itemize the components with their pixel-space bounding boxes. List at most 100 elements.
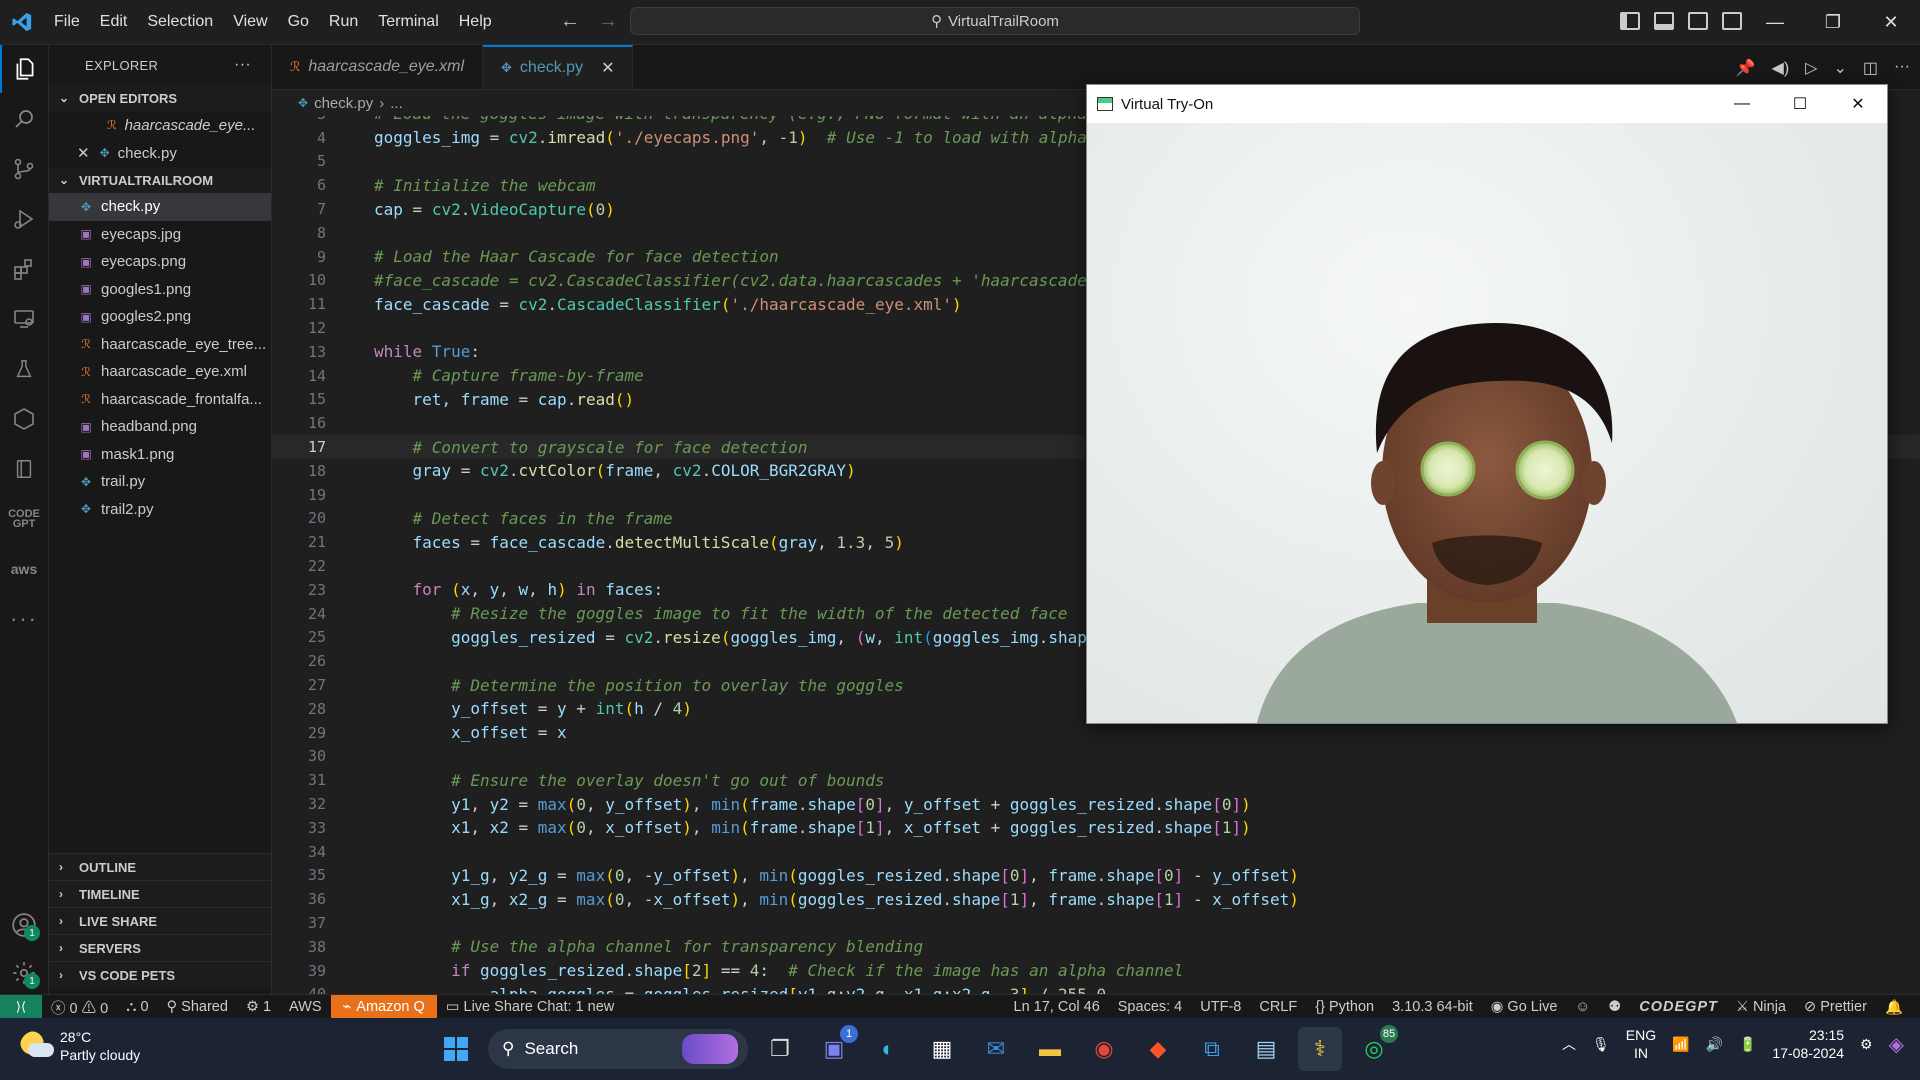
code-text[interactable]: # Ensure the overlay doesn't go out of b… [374, 771, 884, 790]
code-line[interactable]: 32 y1, y2 = max(0, y_offset), min(frame.… [272, 792, 1920, 816]
settings-gear-icon[interactable]: ⚙ [1860, 1036, 1873, 1053]
more-actions-icon[interactable]: ··· [1894, 58, 1910, 78]
run-debug-icon[interactable] [0, 195, 48, 243]
wifi-icon[interactable]: 📶 [1672, 1036, 1689, 1053]
volume-icon[interactable]: 🔊 [1706, 1036, 1723, 1053]
start-windows-icon[interactable] [434, 1027, 478, 1071]
close-icon[interactable]: ✕ [77, 144, 90, 162]
ninja-status[interactable]: ⚔ Ninja [1727, 999, 1795, 1015]
copilot-icon[interactable]: ⚉ [1599, 999, 1630, 1015]
mail-icon[interactable]: ✉ [974, 1027, 1018, 1071]
menu-help[interactable]: Help [449, 13, 502, 31]
command-center-search[interactable]: ⚲ VirtualTrailRoom [630, 7, 1360, 35]
indentation[interactable]: Spaces: 4 [1109, 999, 1192, 1015]
file-item[interactable]: ▣ eyecaps.png [49, 248, 271, 276]
open-editor-item[interactable]: ✕ ✥ check.py [49, 139, 271, 167]
cursor-position[interactable]: Ln 17, Col 46 [1005, 999, 1109, 1015]
run-python-icon[interactable]: ▷ [1805, 58, 1817, 78]
remote-indicator-icon[interactable]: ⟩⟨ [0, 995, 42, 1019]
toggle-sidebar-icon[interactable] [1620, 12, 1640, 30]
file-item[interactable]: ✥ trail2.py [49, 496, 271, 524]
remote-explorer-icon[interactable] [0, 295, 48, 343]
code-text[interactable]: y1_g, y2_g = max(0, -y_offset), min(gogg… [374, 866, 1299, 885]
back-arrow-icon[interactable]: ← [560, 10, 580, 33]
minimize-icon[interactable]: — [1746, 0, 1804, 44]
taskbar-search[interactable]: ⚲ Search [488, 1029, 748, 1069]
code-line[interactable]: 38 # Use the alpha channel for transpare… [272, 935, 1920, 959]
speaker-icon[interactable]: ◀) [1772, 58, 1790, 78]
extensions-icon[interactable] [0, 245, 48, 293]
explorer-more-icon[interactable]: ··· [234, 56, 251, 74]
tab-check-py[interactable]: ✥ check.py ✕ [483, 45, 634, 89]
code-text[interactable]: # Determine the position to overlay the … [374, 676, 904, 695]
file-item[interactable]: ℛhaarcascade_frontalfa... [49, 386, 271, 414]
file-item[interactable]: ℛhaarcascade_eye_tree... [49, 331, 271, 359]
end-of-line[interactable]: CRLF [1250, 999, 1306, 1015]
language-indicator[interactable]: ENG IN [1626, 1026, 1656, 1062]
code-text[interactable]: # Convert to grayscale for face detectio… [374, 438, 808, 457]
aws-status[interactable]: AWS [280, 999, 331, 1015]
encoding[interactable]: UTF-8 [1191, 999, 1250, 1015]
file-item[interactable]: ✥ trail.py [49, 468, 271, 496]
breadcrumb-file[interactable]: check.py [314, 95, 373, 112]
toggle-panel-icon[interactable] [1654, 12, 1674, 30]
extension-indicator[interactable]: ⚙ 1 [237, 999, 280, 1015]
menu-edit[interactable]: Edit [90, 13, 138, 31]
code-line[interactable]: 36 x1_g, x2_g = max(0, -x_offset), min(g… [272, 887, 1920, 911]
menu-selection[interactable]: Selection [137, 13, 223, 31]
code-line[interactable]: 30 [272, 745, 1920, 769]
more-icon[interactable]: ··· [0, 595, 48, 643]
code-line[interactable]: 35 y1_g, y2_g = max(0, -y_offset), min(g… [272, 864, 1920, 888]
minimize-icon[interactable]: — [1713, 85, 1771, 123]
code-text[interactable]: faces = face_cascade.detectMultiScale(gr… [374, 533, 904, 552]
forward-arrow-icon[interactable]: → [598, 10, 618, 33]
servers-section[interactable]: › SERVERS [49, 934, 271, 961]
edge-icon[interactable]: ◐ [866, 1027, 910, 1071]
file-explorer-icon[interactable]: ▬ [1028, 1027, 1072, 1071]
ports-indicator[interactable]: ⛬ 0 [117, 999, 157, 1015]
code-text[interactable]: # Resize the goggles image to fit the wi… [374, 604, 1068, 623]
terminal-icon[interactable]: ▤ [1244, 1027, 1288, 1071]
pin-icon[interactable]: 📌 [1736, 58, 1756, 78]
code-text[interactable]: # Use the alpha channel for transparency… [374, 937, 923, 956]
hexagon-extension-icon[interactable] [0, 395, 48, 443]
clock[interactable]: 23:15 17-08-2024 [1772, 1026, 1844, 1062]
whatsapp-icon[interactable]: ◎ 85 [1352, 1025, 1398, 1071]
code-text[interactable]: # Load the Haar Cascade for face detecti… [374, 247, 779, 266]
code-text[interactable]: y1, y2 = max(0, y_offset), min(frame.sha… [374, 795, 1251, 814]
code-line[interactable]: 33 x1, x2 = max(0, x_offset), min(frame.… [272, 816, 1920, 840]
code-text[interactable]: x1_g, x2_g = max(0, -x_offset), min(gogg… [374, 890, 1299, 909]
close-window-icon[interactable]: ✕ [1829, 85, 1887, 123]
chevron-up-icon[interactable]: ︿ [1562, 1034, 1576, 1054]
open-editors-section[interactable]: ⌄ OPEN EDITORS [49, 85, 271, 111]
split-editor-icon[interactable]: ◫ [1863, 58, 1878, 78]
chrome-icon[interactable]: ◉ [1082, 1027, 1126, 1071]
manage-gear-icon[interactable]: 1 [0, 949, 48, 997]
code-text[interactable]: gray = cv2.cvtColor(frame, cv2.COLOR_BGR… [374, 461, 856, 480]
testing-icon[interactable] [0, 345, 48, 393]
file-item[interactable]: ℛhaarcascade_eye.xml [49, 358, 271, 386]
aws-icon[interactable]: aws [0, 545, 48, 593]
problems-indicator[interactable]: ⓧ 0 ⚠ 0 [42, 997, 117, 1018]
code-text[interactable]: y_offset = y + int(h / 4) [374, 699, 692, 718]
menu-view[interactable]: View [223, 13, 277, 31]
code-text[interactable]: # Detect faces in the frame [374, 509, 673, 528]
vscode-taskbar-icon[interactable]: ⧉ [1190, 1027, 1234, 1071]
run-dropdown-icon[interactable]: ⌄ [1833, 58, 1846, 78]
microphone-icon[interactable]: 🎙 [1592, 1036, 1610, 1053]
code-line[interactable]: 37 [272, 911, 1920, 935]
teams-icon[interactable]: ▣ 1 [812, 1025, 858, 1071]
prettier-status[interactable]: ⊘ Prettier [1795, 999, 1876, 1015]
code-line[interactable]: 39 if goggles_resized.shape[2] == 4: # C… [272, 959, 1920, 983]
code-line[interactable]: 34 [272, 840, 1920, 864]
microsoft-store-icon[interactable]: ▦ [920, 1027, 964, 1071]
menu-terminal[interactable]: Terminal [368, 13, 448, 31]
code-text[interactable]: x_offset = x [374, 723, 567, 742]
copilot-taskbar-icon[interactable]: ◈ [1889, 1032, 1904, 1057]
code-text[interactable]: ret, frame = cap.read() [374, 390, 635, 409]
menu-go[interactable]: Go [278, 13, 319, 31]
file-item[interactable]: ▣ headband.png [49, 413, 271, 441]
toggle-secondary-sidebar-icon[interactable] [1688, 12, 1708, 30]
file-item[interactable]: ✥ check.py [49, 193, 271, 221]
code-text[interactable]: while True: [374, 342, 480, 361]
